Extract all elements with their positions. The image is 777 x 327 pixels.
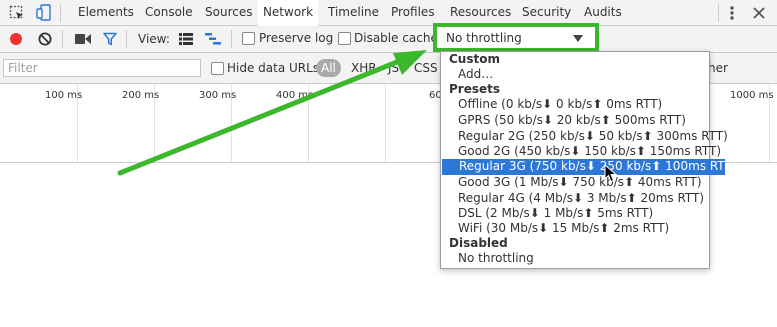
dropdown-option-regular-3g[interactable]: Regular 3G (750 kb/s⬇ 250 kb/s⬆ 100ms RT… xyxy=(442,159,736,175)
view-label: View: xyxy=(138,32,170,46)
divider xyxy=(231,30,232,48)
mouse-cursor-icon xyxy=(604,164,618,183)
dropdown-option-dsl[interactable]: DSL (2 Mb/s⬇ 1 Mb/s⬆ 5ms RTT) xyxy=(441,206,726,222)
tick-label: 300 ms xyxy=(199,90,237,101)
dropdown-option-regular-2g[interactable]: Regular 2G (250 kb/s⬇ 50 kb/s⬆ 300ms RTT… xyxy=(441,129,728,145)
more-options-icon[interactable] xyxy=(728,5,736,21)
tab-timeline[interactable]: Timeline xyxy=(328,0,379,25)
tab-network[interactable]: Network xyxy=(258,0,318,26)
dropdown-option-no-throttling[interactable]: No throttling xyxy=(441,251,726,267)
dropdown-heading-presets: Presets xyxy=(449,82,501,96)
divider xyxy=(718,4,719,22)
tab-console[interactable]: Console xyxy=(145,0,193,25)
divider xyxy=(60,4,61,22)
record-icon[interactable] xyxy=(9,32,23,46)
dropdown-option-offline[interactable]: Offline (0 kb/s⬇ 0 kb/s⬆ 0ms RTT) xyxy=(441,97,726,113)
tab-profiles[interactable]: Profiles xyxy=(391,0,435,25)
tick-label: 1000 ms xyxy=(730,90,774,101)
preserve-log-checkbox[interactable] xyxy=(242,32,255,45)
preserve-log-label: Preserve log xyxy=(259,31,334,45)
tab-audits[interactable]: Audits xyxy=(584,0,622,25)
tab-resources[interactable]: Resources xyxy=(450,0,511,25)
dropdown-option-good-3g[interactable]: Good 3G (1 Mb/s⬇ 750 kb/s⬆ 40ms RTT) xyxy=(441,175,726,191)
chevron-down-icon xyxy=(573,35,583,42)
filter-type-css[interactable]: CSS xyxy=(414,61,438,75)
dropdown-option-add[interactable]: Add… xyxy=(441,67,726,83)
large-rows-icon[interactable] xyxy=(179,33,193,45)
filter-icon[interactable] xyxy=(103,32,117,46)
tick-label: 400 ms xyxy=(276,90,314,101)
filter-type-xhr[interactable]: XHR xyxy=(351,61,377,75)
divider xyxy=(126,30,127,48)
divider xyxy=(62,30,63,48)
throttling-select[interactable]: No throttling xyxy=(433,23,599,52)
device-toolbar-icon[interactable] xyxy=(36,4,52,22)
hide-data-urls-label: Hide data URLs xyxy=(227,61,320,75)
tab-sources[interactable]: Sources xyxy=(205,0,252,25)
dropdown-heading-custom: Custom xyxy=(449,52,500,66)
capture-screenshots-icon[interactable] xyxy=(75,33,91,45)
devtools-tab-bar: Elements Console Sources Network Timelin… xyxy=(0,0,777,26)
network-toolbar: View: Preserve log Disable cache xyxy=(0,26,777,53)
dropdown-option-good-2g[interactable]: Good 2G (450 kb/s⬇ 150 kb/s⬆ 150ms RTT) xyxy=(441,144,726,160)
inspect-element-icon[interactable] xyxy=(9,5,25,21)
throttling-select-value: No throttling xyxy=(446,31,522,45)
disable-cache-label: Disable cache xyxy=(354,31,438,45)
tab-network-label: Network xyxy=(262,5,314,19)
tick-label: 100 ms xyxy=(45,90,83,101)
disable-cache-checkbox[interactable] xyxy=(338,32,351,45)
dropdown-option-gprs[interactable]: GPRS (50 kb/s⬇ 20 kb/s⬆ 500ms RTT) xyxy=(441,113,726,129)
dropdown-option-wifi[interactable]: WiFi (30 Mb/s⬇ 15 Mb/s⬆ 2ms RTT) xyxy=(441,221,726,237)
filter-type-js[interactable]: JS xyxy=(388,61,399,75)
dropdown-heading-disabled: Disabled xyxy=(449,236,508,250)
filter-input[interactable] xyxy=(3,59,201,77)
close-icon[interactable] xyxy=(752,6,766,20)
grid-line xyxy=(385,84,386,162)
waterfall-overview-icon[interactable] xyxy=(205,33,221,45)
clear-icon[interactable] xyxy=(38,32,52,46)
tick-label: 200 ms xyxy=(122,90,160,101)
dropdown-option-regular-4g[interactable]: Regular 4G (4 Mb/s⬇ 3 Mb/s⬆ 20ms RTT) xyxy=(441,191,726,207)
tab-security[interactable]: Security xyxy=(522,0,571,25)
filter-type-all[interactable]: All xyxy=(316,59,341,77)
tab-elements[interactable]: Elements xyxy=(78,0,134,25)
hide-data-urls-checkbox[interactable] xyxy=(211,62,224,75)
throttling-dropdown: Custom Add… Presets Offline (0 kb/s⬇ 0 k… xyxy=(440,51,736,269)
